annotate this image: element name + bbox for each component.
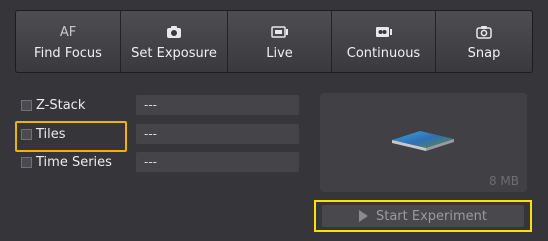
time-series-value: --- [136,152,299,172]
acquisition-toolbar: AF Find Focus Set Exposure Live Continuo… [15,10,533,73]
set-exposure-label: Set Exposure [131,46,217,61]
live-label: Live [266,46,293,61]
tiles-value: --- [136,124,299,144]
find-focus-label: Find Focus [34,46,102,61]
time-series-label: Time Series [36,154,112,170]
continuous-label: Continuous [346,46,421,61]
experiment-preview: 8 MB [320,93,527,192]
z-stack-checkbox[interactable] [21,99,32,111]
camera-icon [166,22,182,42]
tiles-highlight [15,121,127,152]
time-series-checkbox[interactable] [21,156,32,168]
start-experiment-label: Start Experiment [375,208,487,224]
continuous-camera-icon [375,22,393,42]
af-icon: AF [60,22,76,42]
start-highlight: Start Experiment [314,200,532,232]
live-camera-icon [270,22,289,42]
start-experiment-button[interactable]: Start Experiment [322,205,524,227]
snap-camera-icon [476,22,492,42]
data-size-label: 8 MB [488,174,519,188]
z-stack-label: Z-Stack [36,97,86,113]
z-stack-value: --- [136,95,299,115]
snap-button[interactable]: Snap [436,11,532,72]
continuous-button[interactable]: Continuous [332,11,436,72]
play-icon [358,210,368,222]
set-exposure-button[interactable]: Set Exposure [121,11,228,72]
find-focus-button[interactable]: AF Find Focus [16,11,121,72]
option-time-series: Time Series [21,152,112,172]
option-z-stack: Z-Stack [21,95,85,115]
snap-label: Snap [467,46,501,61]
live-button[interactable]: Live [228,11,332,72]
af-text: AF [59,24,77,40]
